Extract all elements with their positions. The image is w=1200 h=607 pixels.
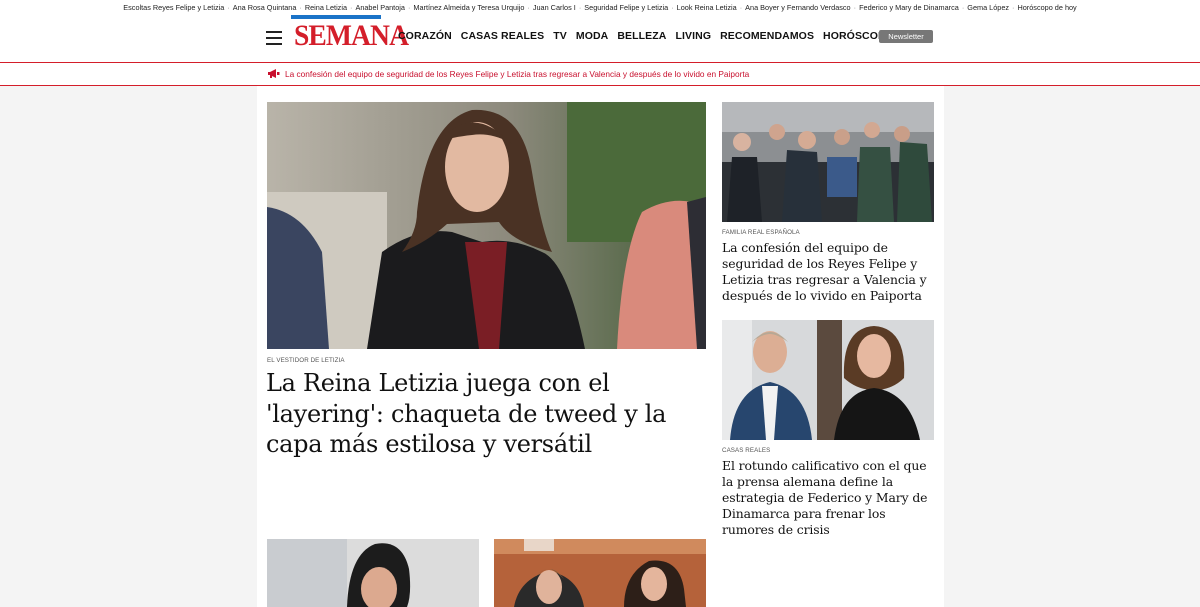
- nav-item-moda[interactable]: MODA: [576, 30, 608, 42]
- side-article-1-title[interactable]: La confesión del equipo de seguridad de …: [722, 240, 937, 304]
- trending-tag[interactable]: Gema López: [965, 3, 1011, 12]
- main-nav: CORAZÓN CASAS REALES TV MODA BELLEZA LIVING RE…: [398, 30, 893, 42]
- bottom-article-2-image[interactable]: [494, 539, 706, 607]
- side-article-1-kicker[interactable]: FAMILIA REAL ESPAÑOLA: [722, 229, 800, 236]
- trending-tag[interactable]: Juan Carlos I: [531, 3, 578, 12]
- main-article-image[interactable]: [267, 102, 706, 349]
- logo-text: SEMANA: [294, 19, 409, 52]
- side-article-2-kicker[interactable]: CASAS REALES: [722, 447, 770, 454]
- trending-tag[interactable]: Ana Boyer y Fernando Verdasco: [743, 3, 852, 12]
- nav-item-recomendamos[interactable]: RECOMENDAMOS: [720, 30, 814, 42]
- trending-tags-bar: Escoltas Reyes Felipe y Letizia · Ana Rosa…: [0, 0, 1200, 14]
- megaphone-icon: [268, 69, 280, 78]
- trending-tag[interactable]: Reina Letizia: [303, 3, 349, 12]
- nav-item-tv[interactable]: TV: [553, 30, 567, 42]
- side-article-2-image[interactable]: [722, 320, 934, 440]
- trending-tag[interactable]: Seguridad Felipe y Letizia: [582, 3, 670, 12]
- trending-tag[interactable]: Federico y Mary de Dinamarca: [857, 3, 961, 12]
- nav-item-casas-reales[interactable]: CASAS REALES: [461, 30, 544, 42]
- main-article-title[interactable]: La Reina Letizia juega con el 'layering'…: [266, 368, 711, 460]
- nav-item-coraz-n[interactable]: CORAZÓN: [398, 30, 452, 42]
- breaking-news-link[interactable]: La confesión del equipo de seguridad de …: [285, 69, 749, 79]
- trending-tag[interactable]: Anabel Pantoja: [353, 3, 407, 12]
- nav-item-belleza[interactable]: BELLEZA: [617, 30, 666, 42]
- menu-icon[interactable]: [266, 31, 282, 45]
- nav-item-living[interactable]: LIVING: [675, 30, 711, 42]
- site-header: SEMANA CORAZÓN CASAS REALES TV MODA BELLEZA L…: [0, 14, 1200, 63]
- trending-tag[interactable]: Martínez Almeida y Teresa Urquijo: [411, 3, 526, 12]
- site-logo[interactable]: SEMANA: [291, 15, 409, 53]
- main-article-kicker[interactable]: EL VESTIDOR DE LETIZIA: [267, 357, 345, 364]
- breaking-news-banner: La confesión del equipo de seguridad de …: [0, 62, 1200, 86]
- trending-tag[interactable]: Escoltas Reyes Felipe y Letizia: [121, 3, 226, 12]
- side-article-1-image[interactable]: [722, 102, 934, 222]
- side-article-2-title[interactable]: El rotundo calificativo con el que la pr…: [722, 458, 937, 538]
- trending-tag[interactable]: Look Reina Letizia: [675, 3, 739, 12]
- newsletter-button[interactable]: Newsletter: [879, 30, 933, 43]
- trending-tag[interactable]: Ana Rosa Quintana: [231, 3, 299, 12]
- trending-tag[interactable]: Horóscopo de hoy: [1015, 3, 1078, 12]
- bottom-article-1-image[interactable]: [267, 539, 479, 607]
